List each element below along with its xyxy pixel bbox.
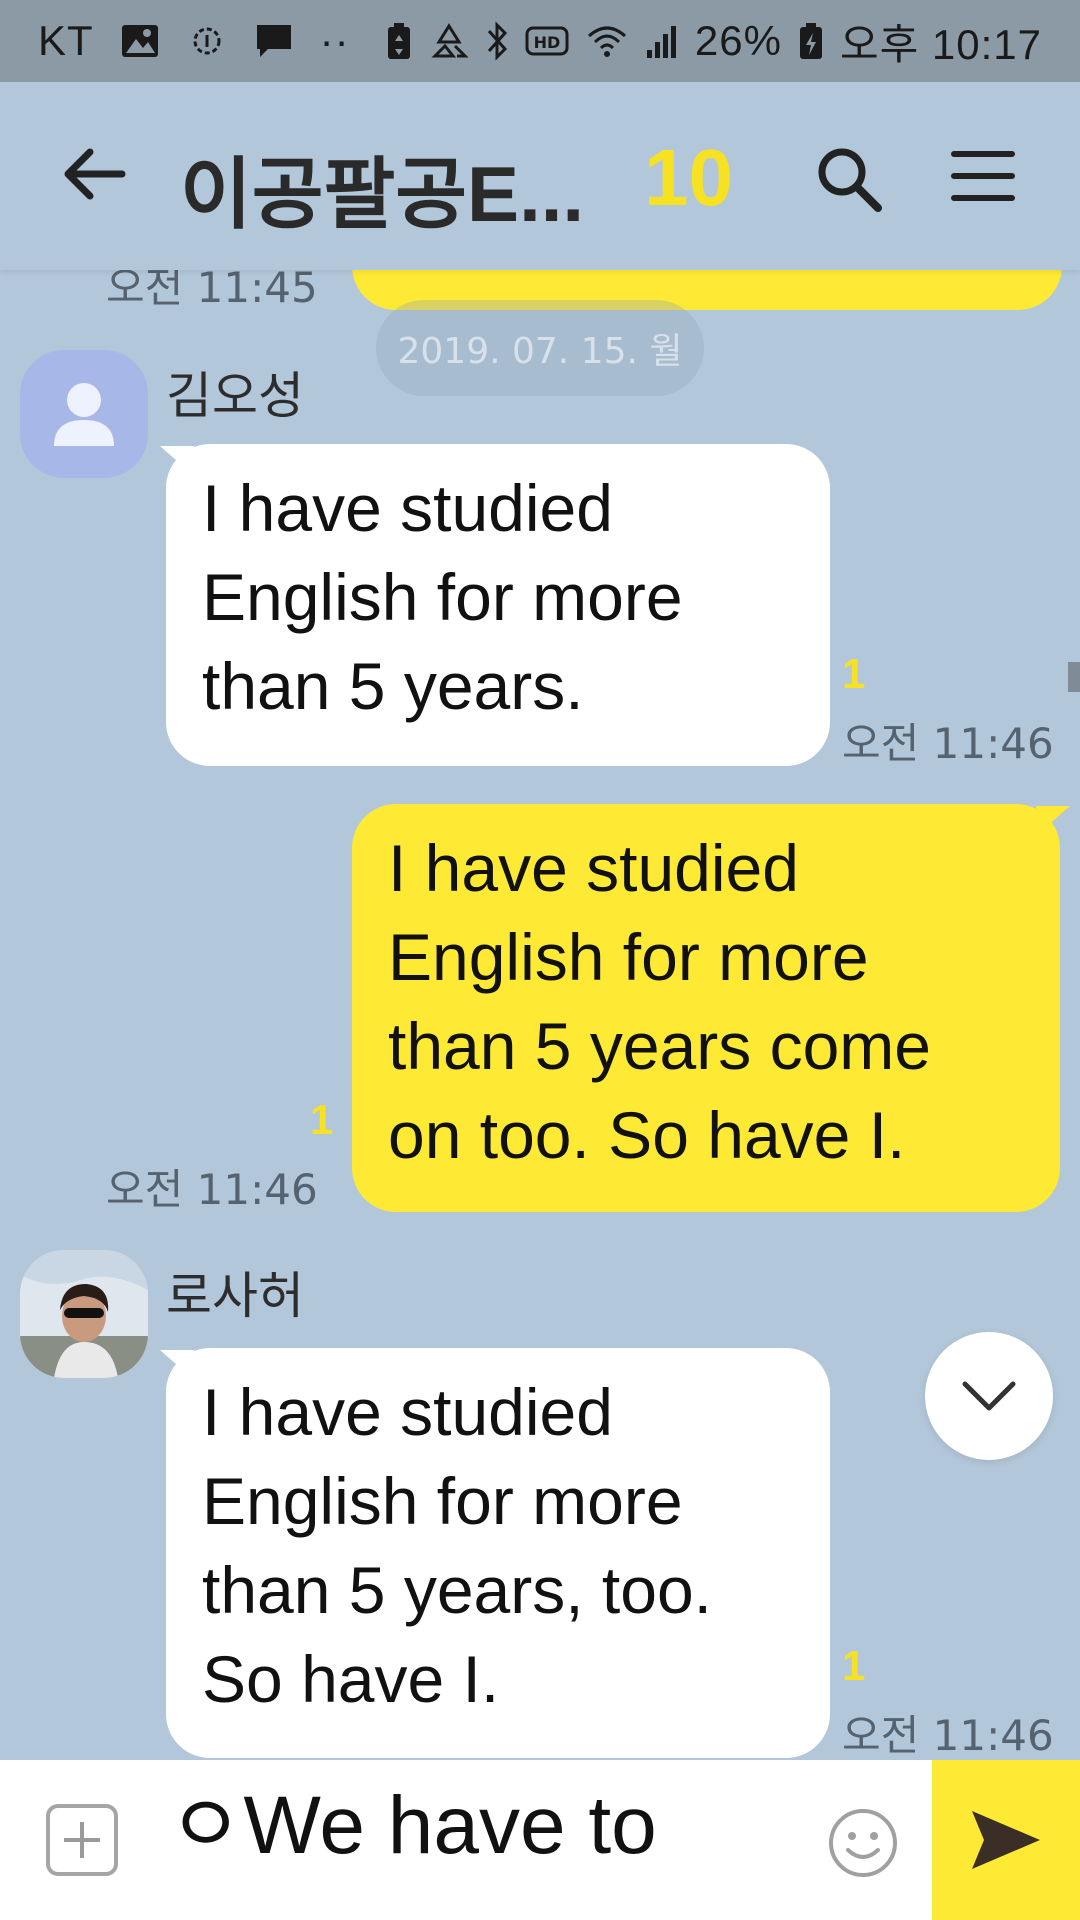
chevron-down-icon xyxy=(962,1381,1016,1411)
incoming-message-bubble[interactable]: I have studied English for more than 5 y… xyxy=(166,1348,830,1758)
more-notifications-indicator: ·· xyxy=(319,17,350,64)
avatar-default[interactable] xyxy=(20,350,148,478)
message-list[interactable]: 오전 11:45 2019. 07. 15. 월 김오성 I have stud… xyxy=(0,270,1080,1760)
message-line: English for more xyxy=(202,1464,683,1538)
chat-header: 이공팔공E... 10 xyxy=(0,82,1080,270)
recycle-icon xyxy=(429,19,469,63)
message-line: than 5 years, too. xyxy=(202,1553,712,1627)
message-line: on too. So have I. xyxy=(388,1098,906,1172)
search-icon xyxy=(818,148,882,212)
date-divider: 2019. 07. 15. 월 xyxy=(376,300,704,396)
message-line: English for more xyxy=(388,920,869,994)
battery-percent: 26% xyxy=(694,17,782,64)
incoming-message-bubble[interactable]: I have studied English for more than 5 y… xyxy=(166,444,830,766)
emoji-button[interactable] xyxy=(826,1806,900,1880)
hamburger-menu-icon xyxy=(951,151,1015,201)
message-line: I have studied xyxy=(202,1375,613,1449)
message-line: than 5 years. xyxy=(202,649,584,723)
wifi-icon xyxy=(585,19,629,63)
profile-photo xyxy=(20,1250,148,1378)
message-input-bar: ㅇWe have to xyxy=(0,1760,1080,1920)
search-button[interactable] xyxy=(812,142,886,216)
send-button[interactable] xyxy=(932,1760,1080,1920)
message-line: than 5 years come xyxy=(388,1009,931,1083)
unread-count: 1 xyxy=(842,1642,866,1689)
scroll-to-bottom-button[interactable] xyxy=(925,1332,1053,1460)
avatar-photo[interactable] xyxy=(20,1250,148,1378)
image-icon xyxy=(120,19,160,63)
sender-name: 김오성 xyxy=(166,367,304,425)
menu-button[interactable] xyxy=(950,148,1016,204)
battery-saver-icon xyxy=(385,19,413,63)
status-bar: KT ·· HD 26% 오후 10:17 xyxy=(0,0,1080,82)
bluetooth-icon xyxy=(485,19,509,63)
back-button[interactable] xyxy=(60,144,130,204)
message-line: So have I. xyxy=(202,1642,500,1716)
unread-count: 1 xyxy=(842,650,866,697)
outgoing-message-bubble[interactable]: I have studied English for more than 5 y… xyxy=(352,804,1060,1212)
message-time: 오전 11:46 xyxy=(842,719,1054,768)
message-input[interactable]: ㅇWe have to xyxy=(168,1776,808,1906)
signal-icon xyxy=(645,19,679,63)
smiley-icon xyxy=(829,1809,897,1877)
arrow-left-icon xyxy=(64,148,126,200)
message-time: 오전 11:46 xyxy=(842,1711,1054,1760)
sender-name: 로사허 xyxy=(166,1267,304,1325)
member-count: 10 xyxy=(644,133,733,222)
unread-count: 1 xyxy=(310,1096,334,1143)
battery-saver-icon xyxy=(186,19,228,63)
message-line: I have studied xyxy=(388,831,799,905)
clock: 오후 10:17 xyxy=(839,20,1042,68)
send-arrow-icon xyxy=(972,1811,1040,1869)
previous-message-time: 오전 11:45 xyxy=(106,270,318,312)
message-line: English for more xyxy=(202,560,683,634)
svg-text:HD: HD xyxy=(534,33,561,52)
person-icon xyxy=(54,383,114,446)
attach-button[interactable] xyxy=(46,1804,118,1876)
message-time: 오전 11:46 xyxy=(106,1165,318,1214)
message-line: I have studied xyxy=(202,471,613,545)
carrier-label: KT xyxy=(38,17,94,64)
chat-room-title[interactable]: 이공팔공E... xyxy=(180,132,584,244)
scrollbar-thumb[interactable] xyxy=(1068,662,1080,692)
hd-icon: HD xyxy=(525,19,569,63)
plus-icon xyxy=(64,1822,100,1858)
chat-bubble-icon xyxy=(254,19,294,63)
battery-icon xyxy=(798,19,824,63)
